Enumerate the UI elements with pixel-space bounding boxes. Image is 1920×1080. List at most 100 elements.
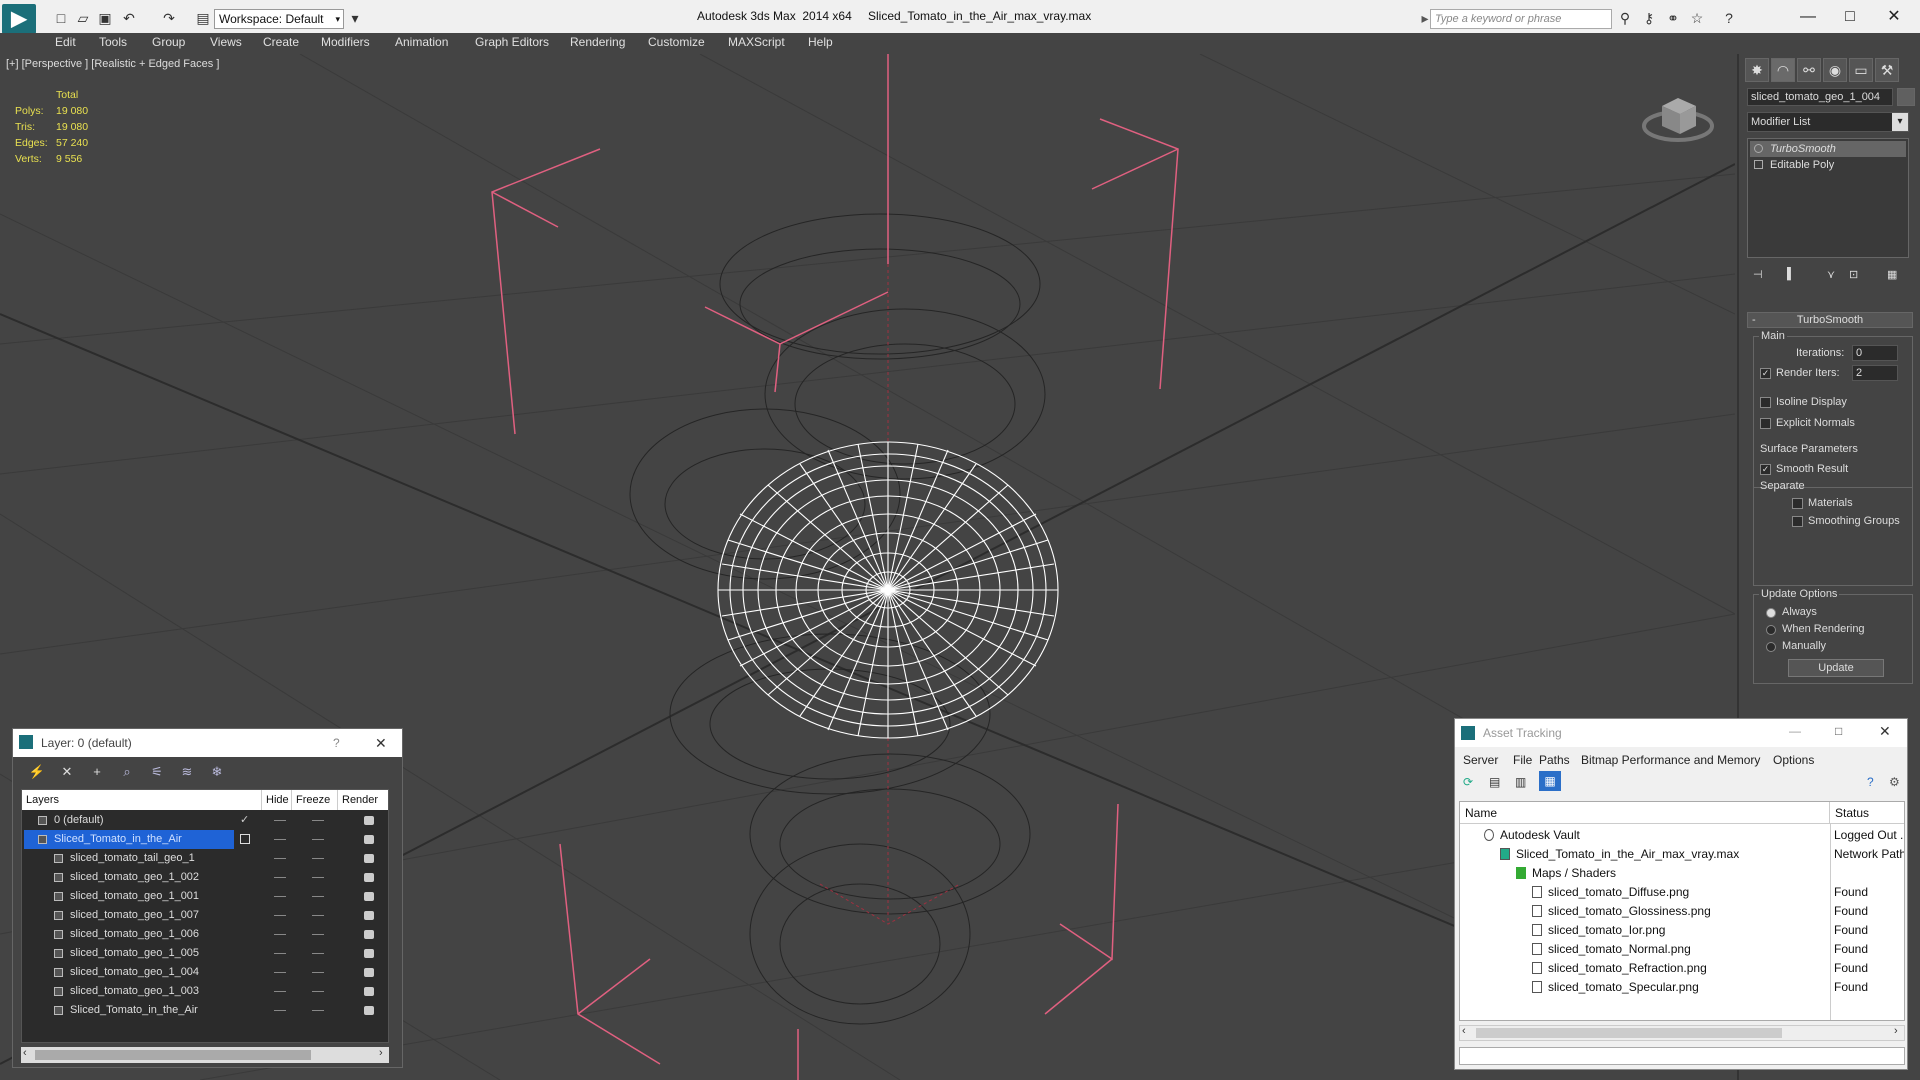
render-teapot-icon[interactable] xyxy=(364,949,374,958)
delete-layer-icon[interactable]: ✕ xyxy=(57,763,77,781)
menu-bitmap-performance[interactable]: Bitmap Performance and Memory xyxy=(1581,753,1760,767)
scrollbar-thumb[interactable] xyxy=(35,1050,311,1060)
set-active-layer-box[interactable] xyxy=(240,834,250,844)
asset-row[interactable]: Autodesk Vault Logged Out . xyxy=(1460,826,1904,845)
menu-server[interactable]: Server xyxy=(1463,753,1498,767)
refresh-icon[interactable]: ⟳ xyxy=(1463,775,1473,789)
modify-tab-icon[interactable]: ◠ xyxy=(1771,58,1795,82)
freeze-toggle[interactable] xyxy=(312,991,324,992)
lightbulb-icon[interactable] xyxy=(1754,144,1763,153)
tree-view-icon[interactable]: ▥ xyxy=(1515,775,1526,789)
horizontal-scrollbar[interactable]: ‹ › xyxy=(21,1047,389,1063)
freeze-toggle[interactable] xyxy=(312,972,324,973)
active-layer-check-icon[interactable]: ✓ xyxy=(240,811,249,830)
scroll-left-icon[interactable]: ‹ xyxy=(1462,1025,1466,1037)
menu-maxscript[interactable]: MAXScript xyxy=(728,35,785,49)
render-teapot-icon[interactable] xyxy=(364,892,374,901)
workspace-dropdown[interactable]: Workspace: Default ▾ xyxy=(214,9,344,29)
update-button[interactable]: Update xyxy=(1788,659,1884,677)
help-icon[interactable]: ? xyxy=(333,736,340,750)
scroll-right-icon[interactable]: › xyxy=(1894,1025,1898,1037)
freeze-toggle[interactable] xyxy=(312,858,324,859)
utilities-tab-icon[interactable]: ⚒ xyxy=(1875,58,1899,82)
menu-graph-editors[interactable]: Graph Editors xyxy=(475,35,549,49)
smooth-result-checkbox[interactable]: ✓ xyxy=(1760,464,1771,475)
expand-plus-icon[interactable] xyxy=(1754,160,1763,169)
viewcube[interactable] xyxy=(1642,98,1714,142)
menu-customize[interactable]: Customize xyxy=(648,35,705,49)
show-end-result-icon[interactable]: ▌ xyxy=(1787,268,1795,280)
hide-toggle[interactable] xyxy=(274,896,286,897)
menu-paths[interactable]: Paths xyxy=(1539,753,1570,767)
hide-all-icon[interactable]: ≋ xyxy=(177,763,197,781)
add-to-layer-icon[interactable]: + xyxy=(87,763,107,781)
highlight-layer-icon[interactable]: ⚟ xyxy=(147,763,167,781)
asset-row[interactable]: Sliced_Tomato_in_the_Air_max_vray.max Ne… xyxy=(1460,845,1904,864)
table-view-icon[interactable]: ▦ xyxy=(1539,771,1561,791)
redo-icon[interactable]: ↷ xyxy=(160,9,178,27)
help-icon[interactable]: ? xyxy=(1720,9,1738,27)
minimize-icon[interactable]: — xyxy=(1788,6,1828,28)
layer-object-row[interactable]: sliced_tomato_geo_1_007 xyxy=(22,906,388,925)
select-in-layer-icon[interactable]: ⌕ xyxy=(117,763,137,781)
menu-edit[interactable]: Edit xyxy=(55,35,76,49)
column-render[interactable]: Render xyxy=(338,790,388,810)
quick-access-dropdown-icon[interactable]: ▾ xyxy=(346,9,364,27)
menu-modifiers[interactable]: Modifiers xyxy=(321,35,370,49)
menu-options[interactable]: Options xyxy=(1773,753,1814,767)
close-icon[interactable]: ✕ xyxy=(1879,723,1891,740)
pin-stack-icon[interactable]: ⊣ xyxy=(1753,268,1763,281)
hide-toggle[interactable] xyxy=(274,934,286,935)
stack-item-editable-poly[interactable]: Editable Poly xyxy=(1750,157,1906,173)
binoculars-icon[interactable]: ⚲ xyxy=(1616,9,1634,27)
freeze-toggle[interactable] xyxy=(312,820,324,821)
help-icon[interactable]: ? xyxy=(1867,775,1874,789)
selected-tomato-slice-wireframe[interactable] xyxy=(717,441,1059,739)
column-status[interactable]: Status xyxy=(1830,802,1904,824)
layer-row[interactable]: 0 (default) ✓ xyxy=(22,811,388,830)
asset-row[interactable]: sliced_tomato_Ior.png Found xyxy=(1460,921,1904,940)
display-tab-icon[interactable]: ▭ xyxy=(1849,58,1873,82)
smoothing-groups-checkbox[interactable] xyxy=(1792,516,1803,527)
render-teapot-icon[interactable] xyxy=(364,987,374,996)
column-layers[interactable]: Layers xyxy=(22,790,262,810)
motion-tab-icon[interactable]: ◉ xyxy=(1823,58,1847,82)
column-name[interactable]: Name xyxy=(1460,802,1830,824)
render-iters-checkbox[interactable]: ✓ xyxy=(1760,368,1771,379)
hide-toggle[interactable] xyxy=(274,820,286,821)
hide-toggle[interactable] xyxy=(274,839,286,840)
explicit-normals-checkbox[interactable] xyxy=(1760,418,1771,429)
asset-row[interactable]: sliced_tomato_Normal.png Found xyxy=(1460,940,1904,959)
freeze-toggle[interactable] xyxy=(312,953,324,954)
hide-toggle[interactable] xyxy=(274,915,286,916)
column-hide[interactable]: Hide xyxy=(262,790,292,810)
project-folder-icon[interactable]: ▤ xyxy=(194,9,212,27)
stack-item-turbosmooth[interactable]: TurboSmooth xyxy=(1750,141,1906,157)
close-icon[interactable]: ✕ xyxy=(375,735,387,752)
render-teapot-icon[interactable] xyxy=(364,835,374,844)
maximize-icon[interactable]: □ xyxy=(1830,6,1870,28)
minimize-icon[interactable]: — xyxy=(1789,724,1801,738)
remove-modifier-icon[interactable]: ⊡ xyxy=(1849,268,1858,281)
render-iters-spinner[interactable]: 2 xyxy=(1852,365,1898,381)
app-menu-logo-icon[interactable]: ▶ xyxy=(2,4,36,34)
hide-toggle[interactable] xyxy=(274,858,286,859)
layer-object-row[interactable]: sliced_tomato_geo_1_002 xyxy=(22,868,388,887)
render-teapot-icon[interactable] xyxy=(364,968,374,977)
layer-object-row[interactable]: sliced_tomato_geo_1_005 xyxy=(22,944,388,963)
scroll-right-icon[interactable]: › xyxy=(379,1047,383,1059)
modifier-list-dropdown[interactable]: Modifier List ▾ xyxy=(1747,112,1909,132)
menu-file[interactable]: File xyxy=(1513,753,1532,767)
configure-sets-icon[interactable]: ▦ xyxy=(1887,268,1897,281)
open-file-icon[interactable]: ▱ xyxy=(74,9,92,27)
column-freeze[interactable]: Freeze xyxy=(292,790,338,810)
favorites-star-icon[interactable]: ☆ xyxy=(1688,9,1706,27)
layer-object-row[interactable]: sliced_tomato_geo_1_003 xyxy=(22,982,388,1001)
when-rendering-radio[interactable] xyxy=(1766,625,1776,635)
layer-window-titlebar[interactable]: Layer: 0 (default) ? ✕ xyxy=(13,729,402,757)
hide-toggle[interactable] xyxy=(274,877,286,878)
scrollbar-thumb[interactable] xyxy=(1476,1028,1782,1038)
freeze-all-icon[interactable]: ❄ xyxy=(207,763,227,781)
hide-toggle[interactable] xyxy=(274,972,286,973)
make-unique-icon[interactable]: ⋎ xyxy=(1827,268,1835,281)
